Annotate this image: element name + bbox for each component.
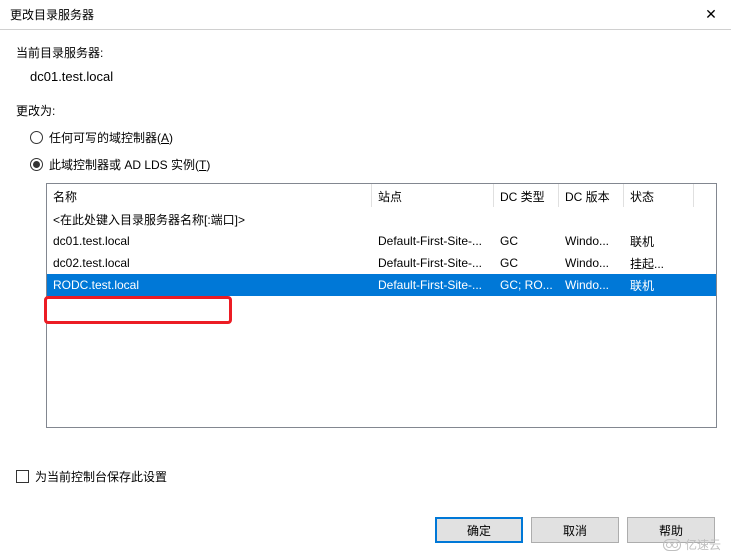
save-setting-checkbox[interactable]: 为当前控制台保存此设置: [16, 468, 167, 485]
cell-dctype: GC: [494, 232, 559, 250]
radio-any-writable[interactable]: 任何可写的域控制器(A): [30, 129, 715, 146]
cell-status: 挂起...: [624, 253, 694, 274]
change-to-label: 更改为:: [16, 102, 715, 119]
button-bar: 确定 取消 帮助: [435, 517, 715, 543]
radio-icon: [30, 131, 43, 144]
current-server-value: dc01.test.local: [30, 69, 715, 84]
radio-this-dc-label: 此域控制器或 AD LDS 实例(T): [49, 156, 210, 173]
cell-name: RODC.test.local: [47, 276, 372, 294]
radio-group: 任何可写的域控制器(A) 此域控制器或 AD LDS 实例(T): [30, 129, 715, 173]
radio-this-dc[interactable]: 此域控制器或 AD LDS 实例(T): [30, 156, 715, 173]
current-server-label: 当前目录服务器:: [16, 44, 715, 61]
list-row[interactable]: dc01.test.local Default-First-Site-... G…: [47, 230, 716, 252]
help-button[interactable]: 帮助: [627, 517, 715, 543]
cell-dctype: GC; RO...: [494, 276, 559, 294]
cell-status: 联机: [624, 275, 694, 296]
radio-any-writable-label: 任何可写的域控制器(A): [49, 129, 173, 146]
cell-dcver: Windo...: [559, 276, 624, 294]
cell-site: Default-First-Site-...: [372, 254, 494, 272]
cancel-button[interactable]: 取消: [531, 517, 619, 543]
list-row[interactable]: dc02.test.local Default-First-Site-... G…: [47, 252, 716, 274]
save-setting-label: 为当前控制台保存此设置: [35, 468, 167, 485]
dialog-content: 当前目录服务器: dc01.test.local 更改为: 任何可写的域控制器(…: [0, 30, 731, 428]
cell-dcver: Windo...: [559, 254, 624, 272]
cell-status: 联机: [624, 231, 694, 252]
cell-name: dc01.test.local: [47, 232, 372, 250]
list-row-selected[interactable]: RODC.test.local Default-First-Site-... G…: [47, 274, 716, 296]
dialog-title: 更改目录服务器: [10, 6, 94, 23]
list-input-row[interactable]: <在此处键入目录服务器名称[:端口]>: [47, 208, 716, 230]
ok-button[interactable]: 确定: [435, 517, 523, 543]
close-icon[interactable]: ✕: [699, 3, 723, 27]
cell-site: Default-First-Site-...: [372, 276, 494, 294]
radio-icon: [30, 158, 43, 171]
list-body: <在此处键入目录服务器名称[:端口]> dc01.test.local Defa…: [47, 208, 716, 296]
checkbox-icon: [16, 470, 29, 483]
cell-site: Default-First-Site-...: [372, 232, 494, 250]
cell-dctype: GC: [494, 254, 559, 272]
server-list[interactable]: 名称 站点 DC 类型 DC 版本 状态 <在此处键入目录服务器名称[:端口]>…: [46, 183, 717, 428]
col-header-name[interactable]: 名称: [47, 184, 372, 207]
cell-dcver: Windo...: [559, 232, 624, 250]
list-header[interactable]: 名称 站点 DC 类型 DC 版本 状态: [47, 184, 716, 208]
col-header-site[interactable]: 站点: [372, 184, 494, 207]
titlebar: 更改目录服务器 ✕: [0, 0, 731, 30]
cell-name: dc02.test.local: [47, 254, 372, 272]
col-header-status[interactable]: 状态: [624, 184, 694, 207]
list-input-cell[interactable]: <在此处键入目录服务器名称[:端口]>: [47, 209, 372, 230]
col-header-dctype[interactable]: DC 类型: [494, 184, 559, 207]
col-header-dcver[interactable]: DC 版本: [559, 184, 624, 207]
